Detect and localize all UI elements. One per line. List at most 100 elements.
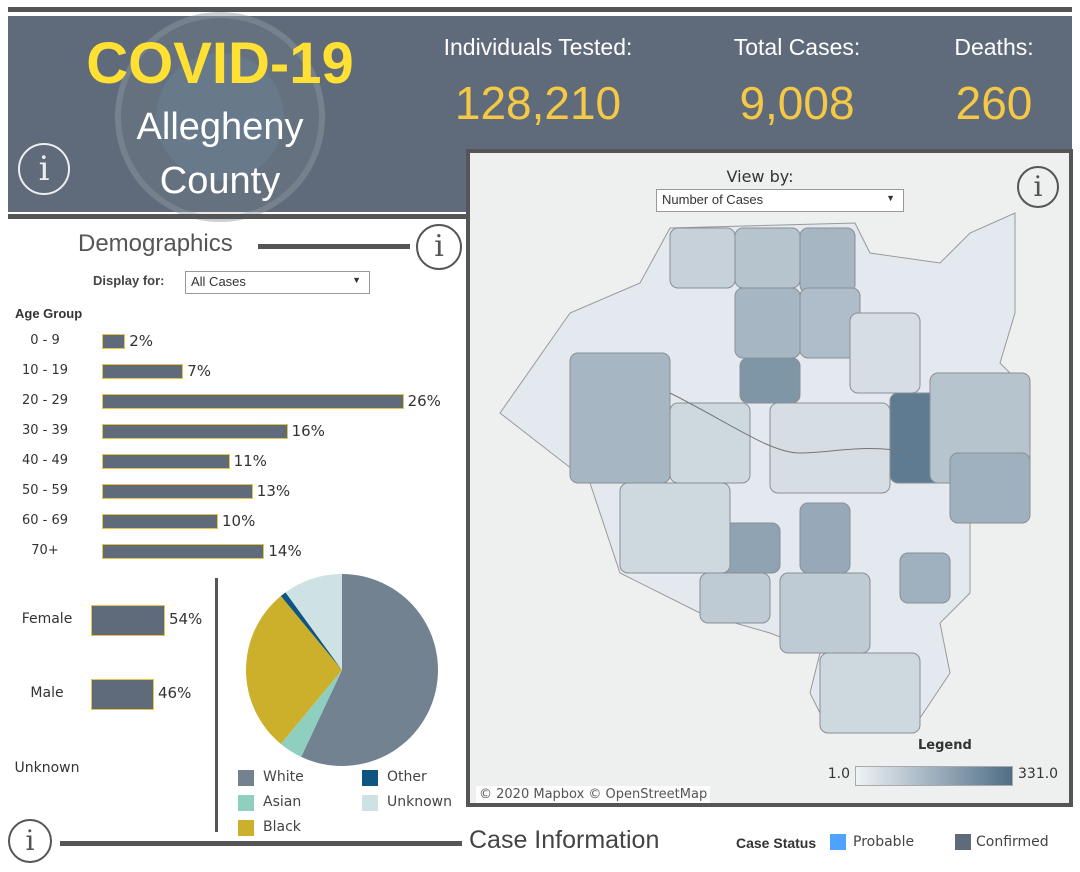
municipality-region[interactable] bbox=[619, 482, 731, 574]
municipality-region[interactable] bbox=[669, 227, 736, 289]
view-by-select[interactable]: Number of Cases ▼ bbox=[656, 189, 904, 212]
probable-label[interactable]: Probable bbox=[853, 834, 914, 850]
municipality-region[interactable] bbox=[769, 402, 891, 494]
view-by-label: View by: bbox=[726, 167, 794, 186]
map-panel[interactable]: View by: Number of Cases ▼ i Legend 1.0 3… bbox=[466, 149, 1073, 807]
municipality-region[interactable] bbox=[899, 552, 951, 604]
age-pct: 26% bbox=[407, 392, 441, 410]
race-legend-label[interactable]: Unknown bbox=[387, 794, 452, 810]
map-legend-title: Legend bbox=[918, 738, 972, 753]
race-legend-swatch bbox=[238, 770, 254, 786]
case-info-title: Case Information bbox=[469, 826, 660, 854]
municipality-region[interactable] bbox=[734, 287, 801, 359]
case-status-label: Case Status bbox=[736, 835, 817, 851]
header-info-icon[interactable]: i bbox=[18, 143, 70, 195]
demographics-divider bbox=[258, 244, 410, 249]
municipality-region[interactable] bbox=[739, 357, 801, 404]
gender-bar[interactable] bbox=[91, 605, 165, 636]
race-legend-label[interactable]: Black bbox=[263, 819, 301, 835]
age-label: 10 - 19 bbox=[21, 363, 69, 378]
confirmed-swatch bbox=[955, 834, 971, 850]
county-choropleth-map[interactable] bbox=[470, 153, 1070, 803]
gender-label: Unknown bbox=[14, 760, 80, 776]
age-pct: 13% bbox=[256, 482, 291, 500]
probable-swatch bbox=[830, 834, 846, 850]
age-bar[interactable] bbox=[102, 484, 253, 499]
municipality-region[interactable] bbox=[949, 452, 1031, 524]
display-for-value: All Cases bbox=[191, 274, 246, 289]
age-pct: 14% bbox=[268, 542, 302, 560]
municipality-region[interactable] bbox=[734, 227, 801, 289]
municipality-region[interactable] bbox=[799, 227, 856, 294]
age-label: 60 - 69 bbox=[21, 513, 69, 528]
age-label: 50 - 59 bbox=[21, 483, 69, 498]
race-legend-label[interactable]: White bbox=[263, 769, 304, 785]
county-name-line1: Allegheny bbox=[136, 106, 304, 148]
municipality-region[interactable] bbox=[669, 402, 751, 484]
legend-min: 1.0 bbox=[827, 766, 850, 782]
age-bar[interactable] bbox=[102, 394, 404, 409]
age-pct: 10% bbox=[222, 512, 256, 530]
race-legend-swatch bbox=[238, 820, 254, 836]
age-pct: 7% bbox=[187, 362, 211, 380]
age-label: 70+ bbox=[31, 543, 59, 558]
age-pct: 11% bbox=[233, 452, 267, 470]
municipality-region[interactable] bbox=[849, 312, 921, 394]
case-info-icon[interactable]: i bbox=[8, 819, 52, 863]
age-pct: 2% bbox=[129, 332, 153, 350]
top-divider bbox=[8, 7, 1072, 12]
stat-tested-value: 128,210 bbox=[454, 77, 622, 129]
stat-deaths-value: 260 bbox=[955, 77, 1033, 129]
age-group-header: Age Group bbox=[15, 306, 83, 321]
stat-cases-value: 9,008 bbox=[739, 77, 855, 129]
demographics-info-icon[interactable]: i bbox=[416, 224, 462, 270]
county-name-line2: County bbox=[159, 160, 281, 202]
display-for-select[interactable]: All Cases ▼ bbox=[185, 271, 370, 294]
gender-label: Female bbox=[21, 611, 73, 627]
age-pct: 16% bbox=[291, 422, 325, 440]
age-bar[interactable] bbox=[102, 514, 218, 529]
chevron-down-icon: ▼ bbox=[886, 193, 895, 203]
race-pie-chart bbox=[246, 574, 438, 766]
demographics-title: Demographics bbox=[78, 230, 233, 257]
vertical-divider bbox=[215, 578, 218, 832]
legend-max: 331.0 bbox=[1018, 766, 1059, 782]
age-bar[interactable] bbox=[102, 454, 230, 469]
chevron-down-icon: ▼ bbox=[352, 275, 361, 285]
gender-pct: 46% bbox=[158, 684, 192, 702]
municipality-region[interactable] bbox=[779, 572, 871, 654]
age-bar[interactable] bbox=[102, 544, 265, 559]
map-info-icon[interactable]: i bbox=[1017, 166, 1059, 208]
gender-label: Male bbox=[30, 685, 64, 701]
gender-bar[interactable] bbox=[91, 679, 155, 710]
race-legend-swatch bbox=[238, 795, 254, 811]
municipality-region[interactable] bbox=[799, 502, 851, 574]
display-for-label: Display for: bbox=[93, 273, 165, 288]
race-legend-swatch bbox=[362, 795, 378, 811]
age-label: 0 - 9 bbox=[30, 333, 60, 348]
age-label: 20 - 29 bbox=[21, 393, 69, 408]
stat-tested-label: Individuals Tested: bbox=[443, 34, 633, 60]
age-label: 40 - 49 bbox=[21, 453, 69, 468]
age-bar[interactable] bbox=[102, 424, 288, 439]
legend-gradient bbox=[855, 766, 1013, 786]
race-legend-swatch bbox=[362, 770, 378, 786]
confirmed-label[interactable]: Confirmed bbox=[976, 834, 1049, 850]
municipality-region[interactable] bbox=[569, 352, 671, 484]
municipality-region[interactable] bbox=[699, 572, 771, 624]
stat-deaths-label: Deaths: bbox=[954, 34, 1034, 60]
map-attribution[interactable]: © 2020 Mapbox © OpenStreetMap bbox=[476, 786, 711, 803]
case-info-divider bbox=[60, 841, 462, 846]
age-bar[interactable] bbox=[102, 334, 126, 349]
header-divider bbox=[8, 214, 468, 219]
municipality-region[interactable] bbox=[819, 652, 921, 734]
view-by-value: Number of Cases bbox=[662, 192, 764, 207]
age-label: 30 - 39 bbox=[21, 423, 69, 438]
race-legend-label[interactable]: Asian bbox=[263, 794, 301, 810]
page-title: COVID-19 bbox=[86, 31, 354, 96]
race-legend-label[interactable]: Other bbox=[387, 769, 427, 785]
county-name: Allegheny County bbox=[60, 100, 380, 208]
age-bar[interactable] bbox=[102, 364, 184, 379]
gender-pct: 54% bbox=[168, 610, 203, 628]
stat-cases-label: Total Cases: bbox=[733, 34, 861, 60]
